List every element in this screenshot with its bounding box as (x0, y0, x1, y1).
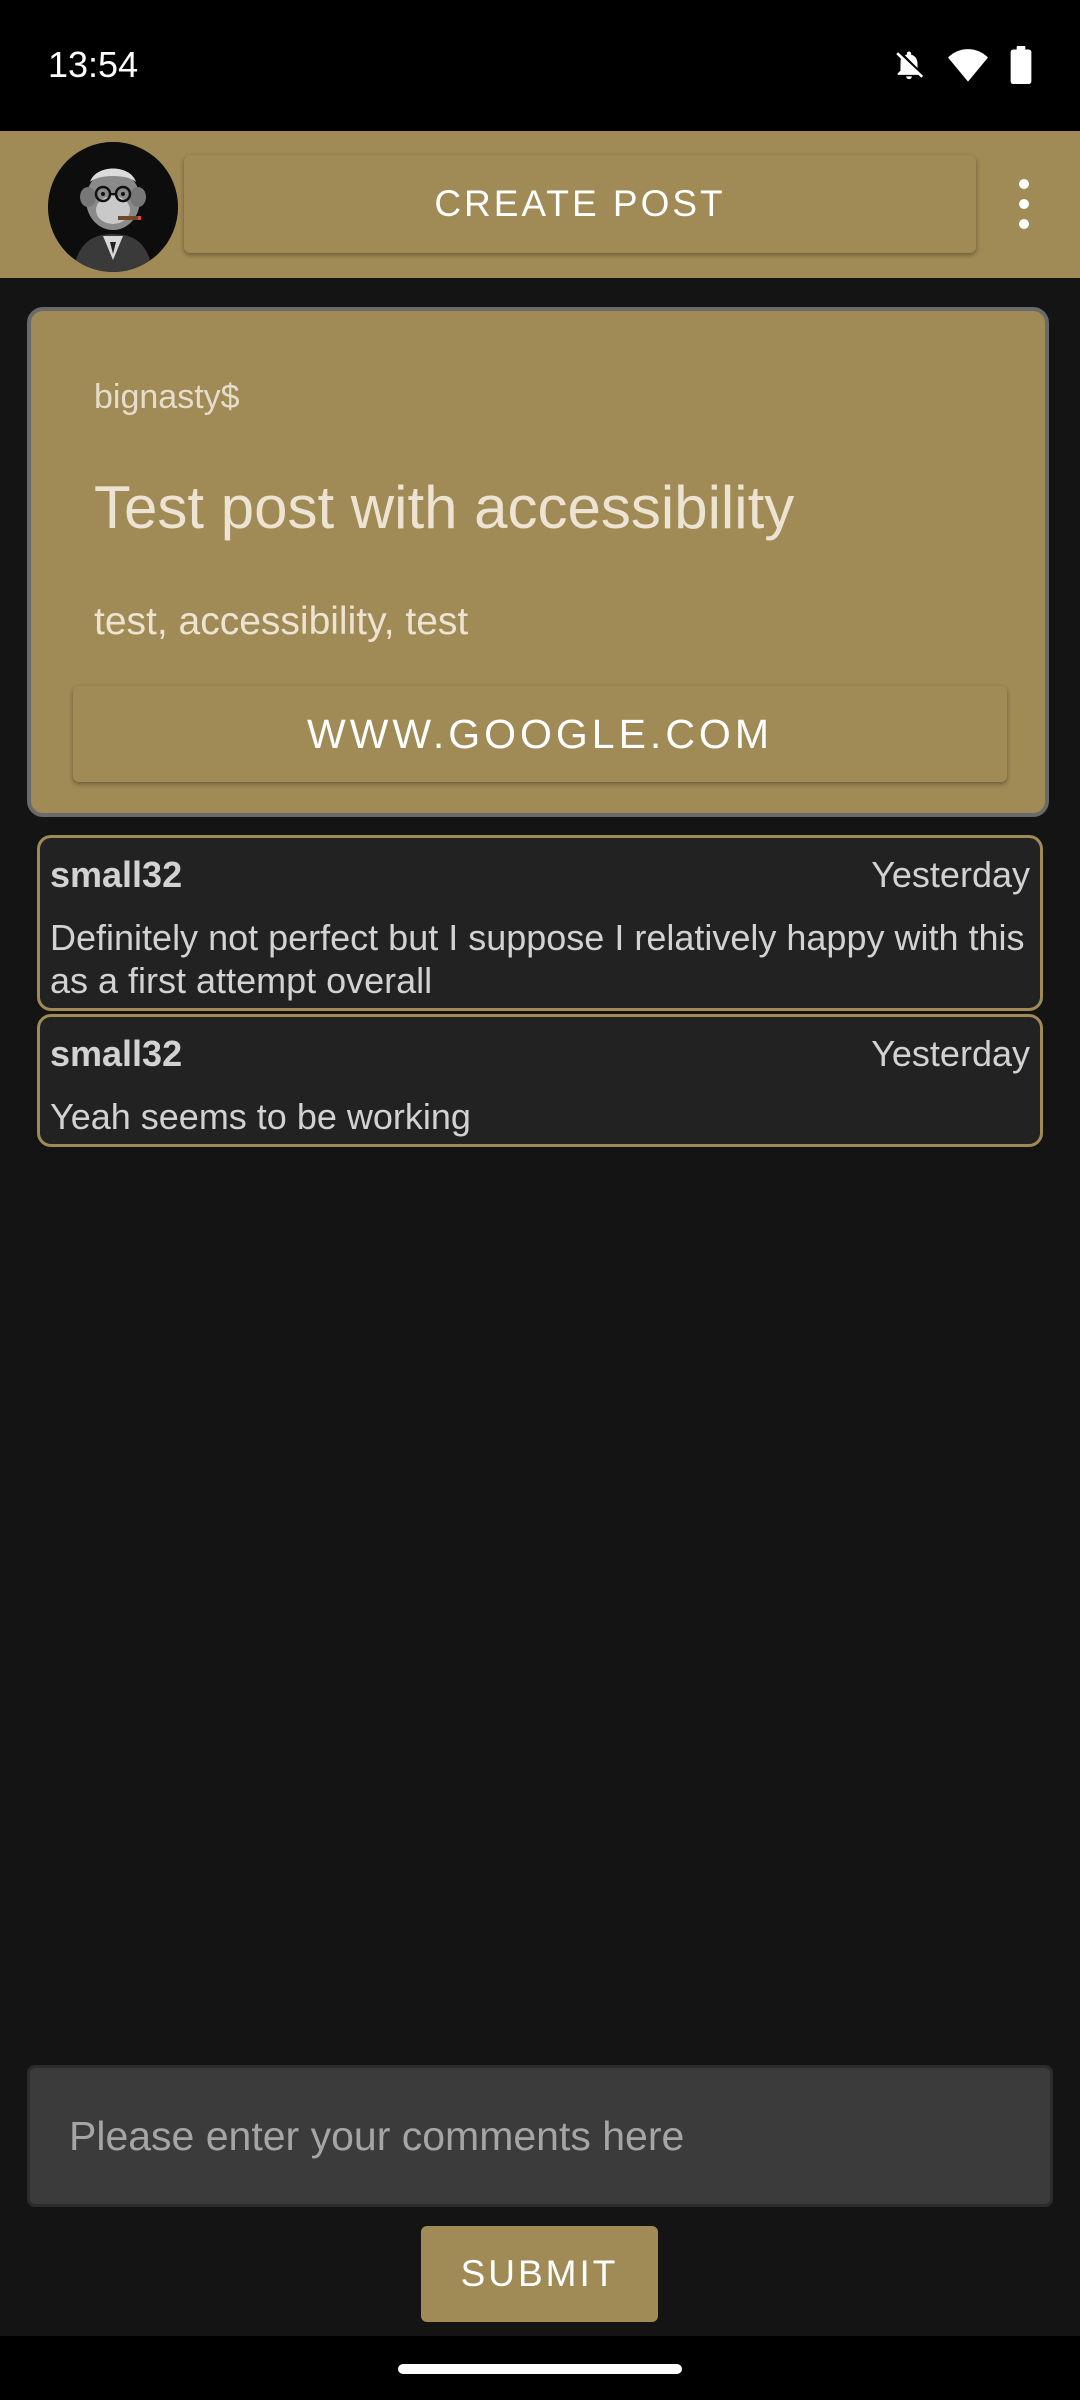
status-time: 13:54 (48, 44, 139, 85)
comment-item: small32 Yesterday Yeah seems to be worki… (37, 1014, 1043, 1147)
home-handle[interactable] (398, 2364, 682, 2374)
post-link-button[interactable]: WWW.GOOGLE.COM (73, 686, 1007, 782)
wifi-icon (948, 48, 988, 87)
comment-time: Yesterday (871, 1033, 1030, 1074)
post-tags: test, accessibility, test (94, 600, 469, 643)
monkey-avatar-icon[interactable] (48, 142, 178, 272)
submit-button[interactable]: SUBMIT (421, 2226, 658, 2322)
status-icons (892, 46, 1032, 89)
comment-time: Yesterday (871, 854, 1030, 895)
comment-author: small32 (50, 1033, 183, 1074)
comment-author: small32 (50, 854, 183, 895)
post-author: bignasty$ (94, 378, 240, 416)
create-post-button[interactable]: CREATE POST (184, 155, 976, 253)
comment-text: Definitely not perfect but I suppose I r… (50, 917, 1025, 1001)
bell-off-icon (892, 47, 926, 88)
status-bar: 13:54 (0, 0, 1080, 131)
battery-icon (1010, 46, 1032, 89)
comment-input[interactable] (27, 2065, 1053, 2207)
more-vert-icon[interactable] (1004, 174, 1044, 234)
comment-item: small32 Yesterday Definitely not perfect… (37, 835, 1043, 1011)
comment-text: Yeah seems to be working (50, 1096, 471, 1137)
post-title: Test post with accessibility (94, 474, 795, 541)
